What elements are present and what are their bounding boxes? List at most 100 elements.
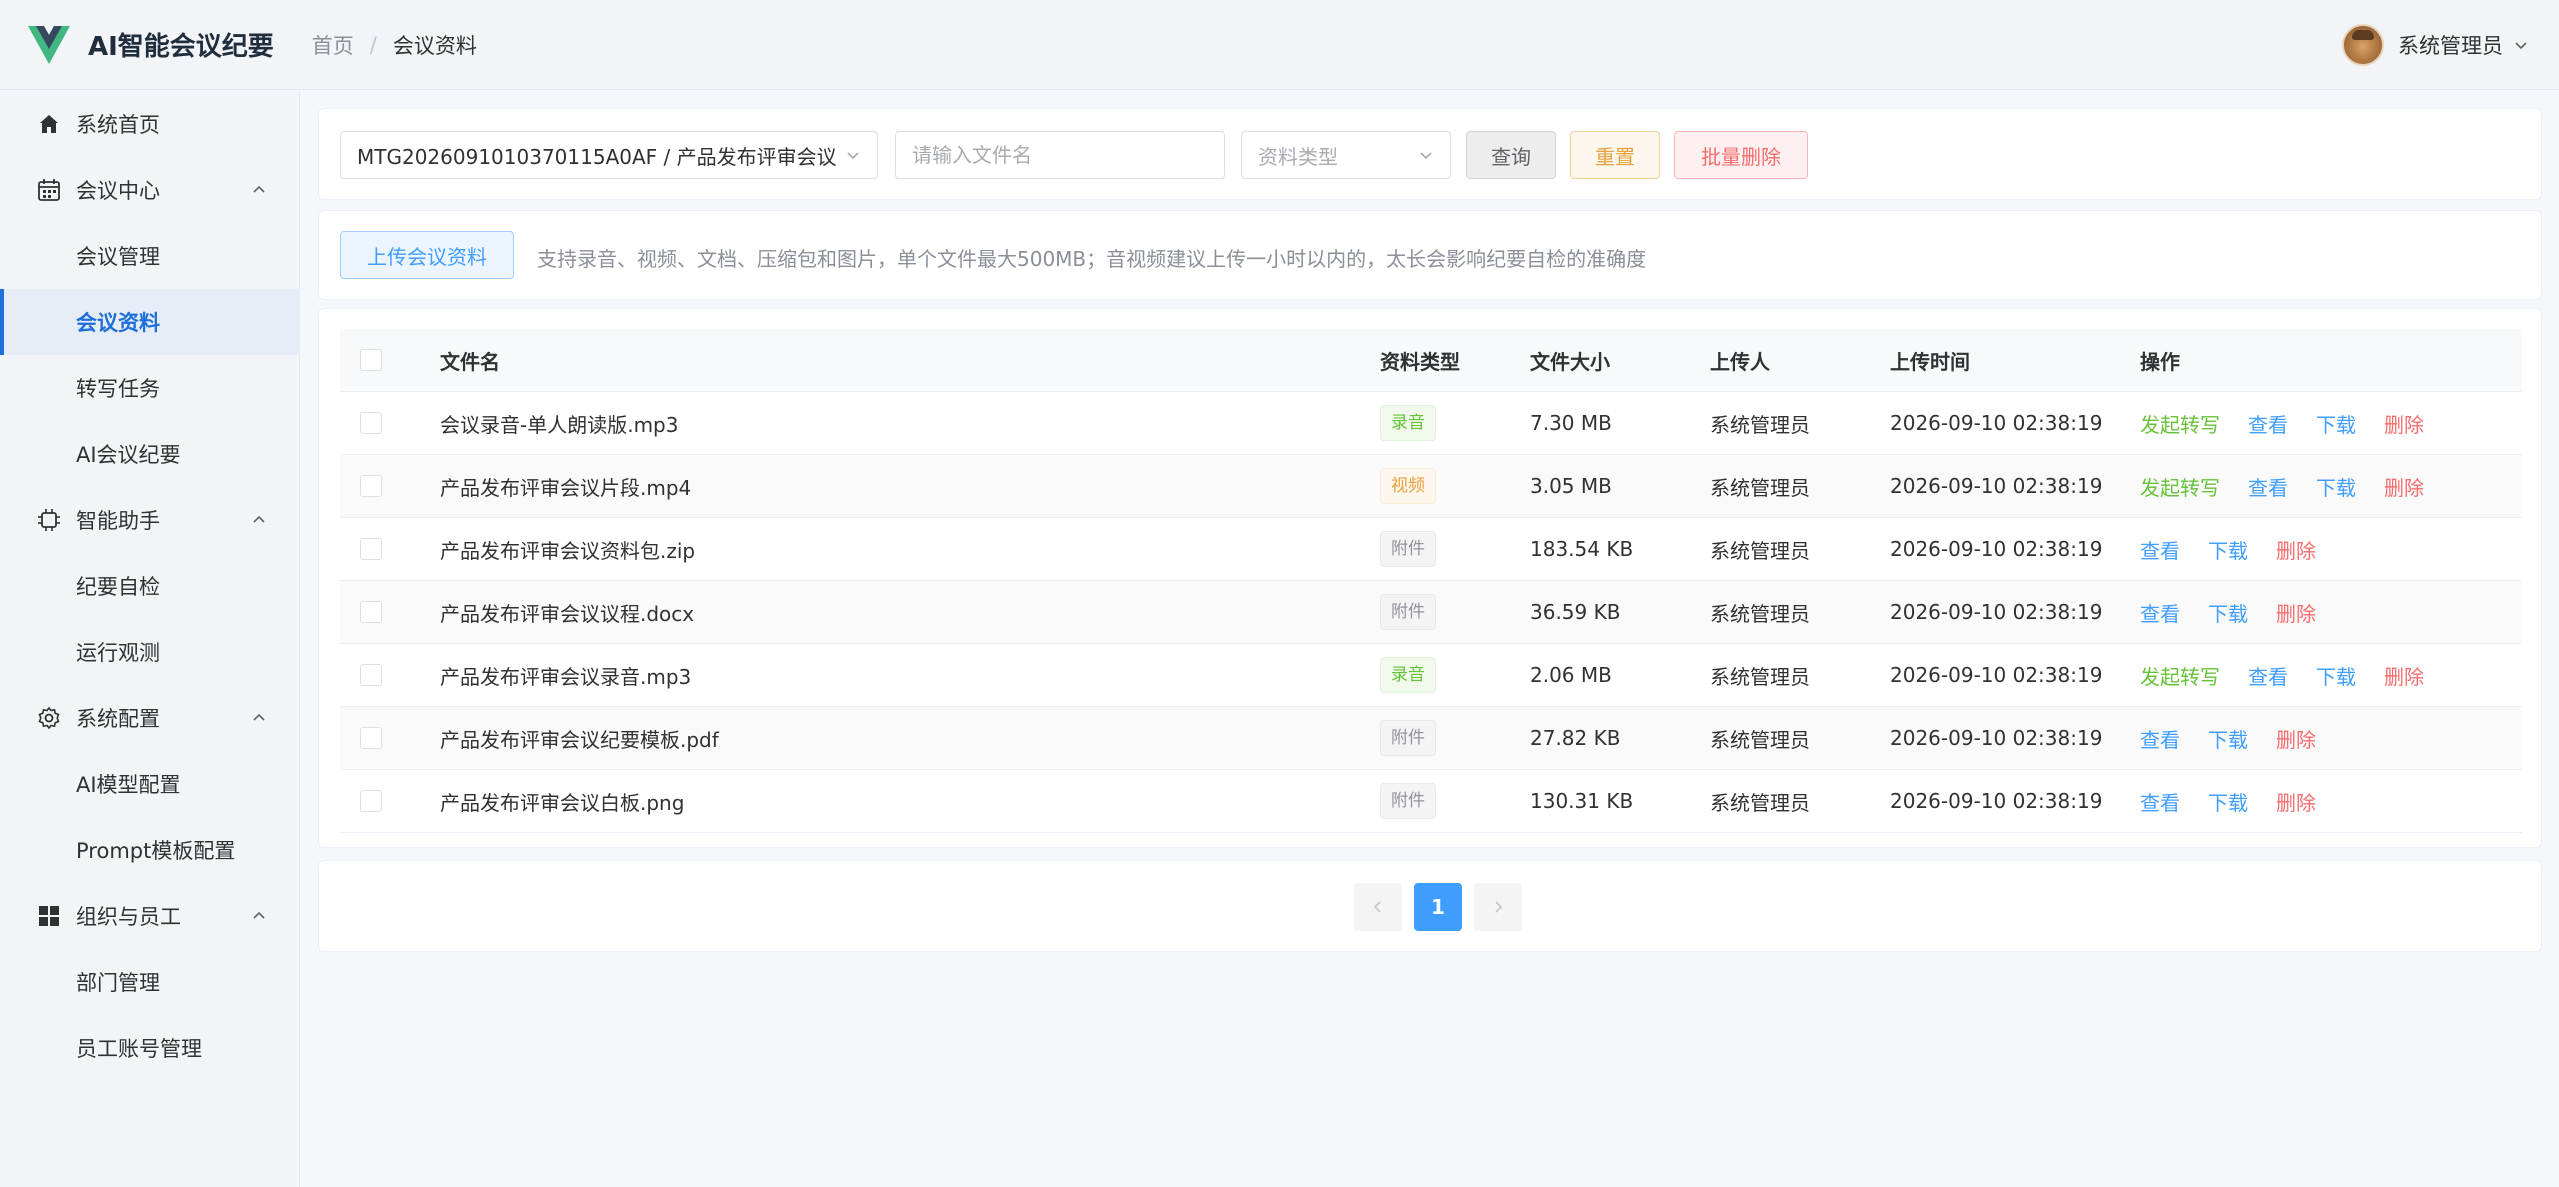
download-link[interactable]: 下载	[2316, 472, 2356, 501]
download-link[interactable]: 下载	[2208, 598, 2248, 627]
upload-materials-button[interactable]: 上传会议资料	[340, 231, 514, 279]
file-name-cell: 产品发布评审会议纪要模板.pdf	[440, 727, 719, 752]
sidebar-item-label: 转写任务	[76, 377, 160, 401]
sidebar-item-ai-minutes[interactable]: AI会议纪要	[0, 421, 300, 487]
row-checkbox[interactable]	[360, 664, 382, 686]
file-name-cell: 产品发布评审会议录音.mp3	[440, 664, 692, 689]
download-link[interactable]: 下载	[2208, 787, 2248, 816]
actions-cell: 查看 下载 删除	[2140, 535, 2344, 564]
upload-time-cell: 2026-09-10 02:38:19	[1890, 537, 2103, 561]
meeting-select[interactable]: MTG2026091010370115A0AF / 产品发布评审会议	[340, 131, 878, 179]
breadcrumb-home[interactable]: 首页	[312, 30, 354, 60]
filename-search-input[interactable]	[895, 131, 1225, 179]
download-link[interactable]: 下载	[2208, 535, 2248, 564]
delete-link[interactable]: 删除	[2276, 598, 2316, 627]
delete-link[interactable]: 删除	[2384, 409, 2424, 438]
download-link[interactable]: 下载	[2316, 661, 2356, 690]
sidebar-item-prompt-template-config[interactable]: Prompt模板配置	[0, 817, 300, 883]
delete-link[interactable]: 删除	[2276, 724, 2316, 753]
actions-cell: 查看 下载 删除	[2140, 598, 2344, 627]
chevron-up-icon	[253, 911, 265, 919]
material-type-select[interactable]: 资料类型	[1241, 131, 1451, 179]
file-name-cell: 会议录音-单人朗读版.mp3	[440, 412, 679, 437]
start-transcription-link[interactable]: 发起转写	[2140, 661, 2220, 690]
chevron-down-icon	[847, 152, 859, 160]
next-page-button[interactable]	[1474, 883, 1522, 931]
start-transcription-link[interactable]: 发起转写	[2140, 409, 2220, 438]
delete-link[interactable]: 删除	[2384, 472, 2424, 501]
sidebar-item-label: 员工账号管理	[76, 1037, 202, 1061]
header-file-size: 文件大小	[1530, 349, 1610, 374]
material-type-cell: 录音	[1380, 405, 1436, 441]
view-link[interactable]: 查看	[2248, 661, 2288, 690]
view-link[interactable]: 查看	[2248, 409, 2288, 438]
material-type-tag: 录音	[1380, 405, 1436, 441]
filter-bar: MTG2026091010370115A0AF / 产品发布评审会议 资料类型 …	[318, 108, 2542, 200]
sidebar-item-label: 运行观测	[76, 641, 160, 665]
actions-cell: 发起转写 查看 下载 删除	[2140, 409, 2452, 438]
download-link[interactable]: 下载	[2208, 724, 2248, 753]
view-link[interactable]: 查看	[2140, 724, 2180, 753]
view-link[interactable]: 查看	[2140, 787, 2180, 816]
material-type-tag: 视频	[1380, 468, 1436, 504]
delete-link[interactable]: 删除	[2384, 661, 2424, 690]
top-header: AI智能会议纪要 首页 / 会议资料 系统管理员	[0, 0, 2559, 90]
upload-time-cell: 2026-09-10 02:38:19	[1890, 411, 2103, 435]
material-type-cell: 视频	[1380, 468, 1436, 504]
row-checkbox[interactable]	[360, 790, 382, 812]
sidebar-group-system-config[interactable]: 系统配置	[0, 685, 300, 751]
row-checkbox[interactable]	[360, 727, 382, 749]
sidebar-item-home[interactable]: 系统首页	[0, 91, 300, 157]
sidebar-item-minutes-self-check[interactable]: 纪要自检	[0, 553, 300, 619]
row-checkbox[interactable]	[360, 475, 382, 497]
download-link[interactable]: 下载	[2316, 409, 2356, 438]
table-header-row: 文件名 资料类型 文件大小 上传人 上传时间 操作	[340, 329, 2522, 392]
view-link[interactable]: 查看	[2248, 472, 2288, 501]
delete-link[interactable]: 删除	[2276, 535, 2316, 564]
row-checkbox[interactable]	[360, 538, 382, 560]
avatar[interactable]	[2342, 24, 2384, 66]
sidebar-item-meeting-management[interactable]: 会议管理	[0, 223, 300, 289]
view-link[interactable]: 查看	[2140, 598, 2180, 627]
row-checkbox[interactable]	[360, 412, 382, 434]
uploader-cell: 系统管理员	[1710, 412, 1810, 437]
sidebar-item-label: 会议中心	[76, 179, 160, 203]
chevron-up-icon	[253, 515, 265, 523]
chevron-right-icon	[1495, 901, 1503, 913]
user-menu[interactable]: 系统管理员	[2342, 0, 2529, 90]
sidebar-item-runtime-observation[interactable]: 运行观测	[0, 619, 300, 685]
file-name-cell: 产品发布评审会议白板.png	[440, 790, 685, 815]
query-button[interactable]: 查询	[1466, 131, 1556, 179]
actions-cell: 查看 下载 删除	[2140, 724, 2344, 753]
batch-delete-button[interactable]: 批量删除	[1674, 131, 1808, 179]
sidebar-item-label: 组织与员工	[76, 905, 181, 929]
sidebar-item-label: 系统配置	[76, 707, 160, 731]
prev-page-button[interactable]	[1354, 883, 1402, 931]
view-link[interactable]: 查看	[2140, 535, 2180, 564]
user-name[interactable]: 系统管理员	[2398, 30, 2503, 60]
delete-link[interactable]: 删除	[2276, 787, 2316, 816]
sidebar-item-meeting-materials[interactable]: 会议资料	[0, 289, 300, 355]
app-logo[interactable]: AI智能会议纪要	[28, 25, 274, 64]
sidebar-group-org-staff[interactable]: 组织与员工	[0, 883, 300, 949]
sidebar-group-meeting-center[interactable]: 会议中心	[0, 157, 300, 223]
sidebar-item-employee-accounts[interactable]: 员工账号管理	[0, 1015, 300, 1081]
select-all-checkbox[interactable]	[360, 349, 382, 371]
material-type-tag: 附件	[1380, 531, 1436, 567]
sidebar-group-smart-assistant[interactable]: 智能助手	[0, 487, 300, 553]
header-actions: 操作	[2140, 349, 2180, 374]
chevron-up-icon	[253, 713, 265, 721]
row-checkbox[interactable]	[360, 601, 382, 623]
sidebar-item-label: 系统首页	[76, 113, 160, 137]
start-transcription-link[interactable]: 发起转写	[2140, 472, 2220, 501]
chevron-down-icon	[1420, 152, 1432, 160]
filename-input-field[interactable]	[912, 132, 1224, 178]
sidebar-item-department-management[interactable]: 部门管理	[0, 949, 300, 1015]
sidebar-item-transcription-tasks[interactable]: 转写任务	[0, 355, 300, 421]
sidebar-item-ai-model-config[interactable]: AI模型配置	[0, 751, 300, 817]
reset-button[interactable]: 重置	[1570, 131, 1660, 179]
file-size-cell: 36.59 KB	[1530, 600, 1621, 624]
file-name-cell: 产品发布评审会议议程.docx	[440, 601, 695, 626]
page-number-button[interactable]: 1	[1414, 883, 1462, 931]
chevron-down-icon[interactable]	[2513, 37, 2529, 53]
